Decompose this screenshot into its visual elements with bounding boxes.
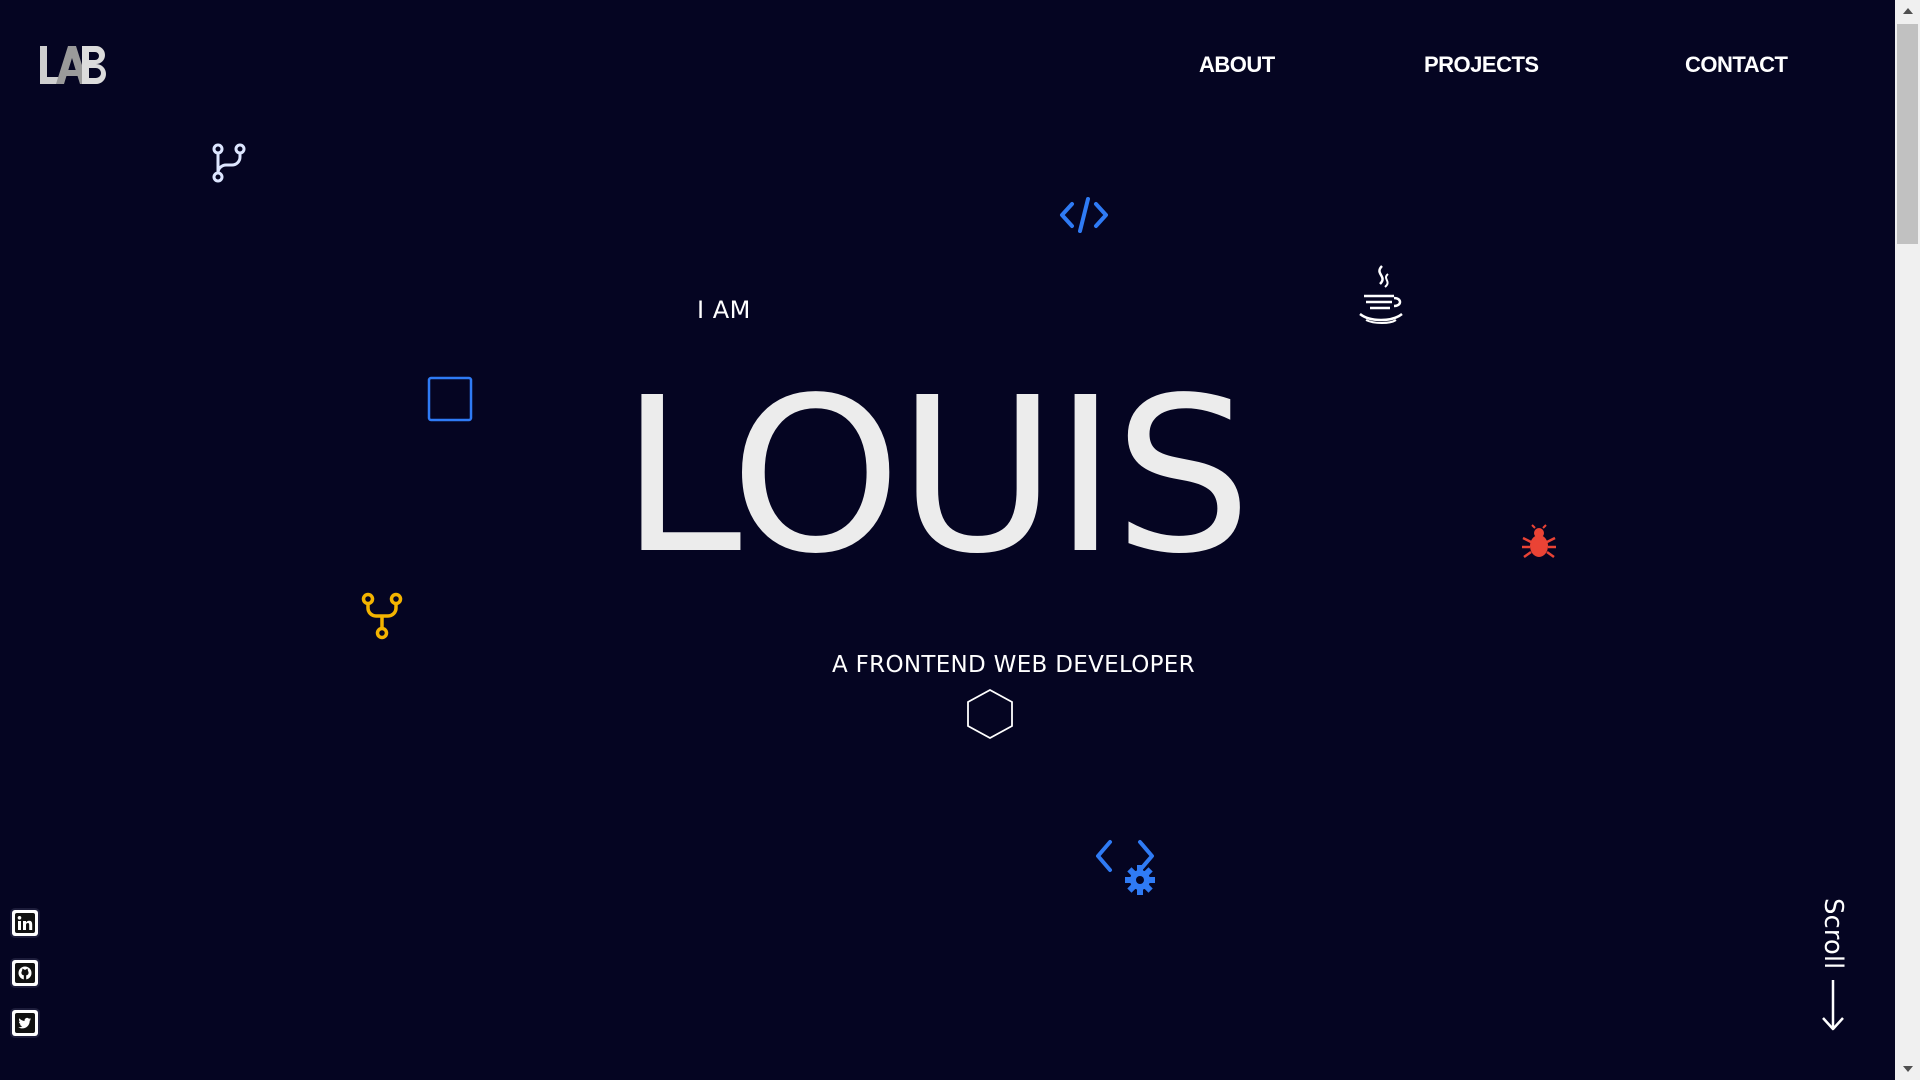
linkedin-icon bbox=[15, 913, 35, 933]
linkedin-link[interactable] bbox=[12, 910, 38, 936]
java-icon bbox=[1356, 264, 1406, 331]
caret-down-icon bbox=[1902, 1066, 1913, 1072]
bug-icon bbox=[1520, 524, 1558, 567]
hero-intro: I AM bbox=[697, 296, 751, 324]
main-nav: ABOUT PROJECTS CONTACT bbox=[0, 52, 1900, 82]
scroll-indicator[interactable]: Scroll bbox=[1810, 898, 1854, 1033]
vertical-scrollbar[interactable] bbox=[1895, 0, 1920, 1080]
hero-name: LOUIS bbox=[620, 352, 1252, 601]
nav-link-projects[interactable]: PROJECTS bbox=[1424, 52, 1539, 78]
scroll-down-button[interactable] bbox=[1895, 1058, 1920, 1080]
git-merge-icon bbox=[360, 592, 404, 645]
scroll-label: Scroll bbox=[1818, 898, 1848, 970]
arrow-down-icon bbox=[1822, 980, 1844, 1031]
square-outline-icon bbox=[427, 376, 473, 427]
page: ABOUT PROJECTS CONTACT I AM LOUIS A FRON… bbox=[0, 0, 1920, 1080]
github-link[interactable] bbox=[12, 960, 38, 986]
git-branch-icon bbox=[210, 142, 246, 189]
twitter-link[interactable] bbox=[12, 1010, 38, 1036]
code-tag-icon bbox=[1058, 196, 1110, 239]
hexagon-outline-icon bbox=[965, 688, 1015, 745]
github-icon bbox=[15, 963, 35, 983]
hero-subtitle: A FRONTEND WEB DEVELOPER bbox=[832, 652, 1195, 678]
code-gear-icon bbox=[1092, 838, 1158, 901]
nav-link-about[interactable]: ABOUT bbox=[1199, 52, 1275, 78]
nav-link-contact[interactable]: CONTACT bbox=[1685, 52, 1788, 78]
scroll-up-button[interactable] bbox=[1895, 0, 1920, 22]
scrollbar-thumb[interactable] bbox=[1897, 24, 1918, 244]
caret-up-icon bbox=[1902, 8, 1913, 14]
twitter-icon bbox=[15, 1013, 35, 1033]
